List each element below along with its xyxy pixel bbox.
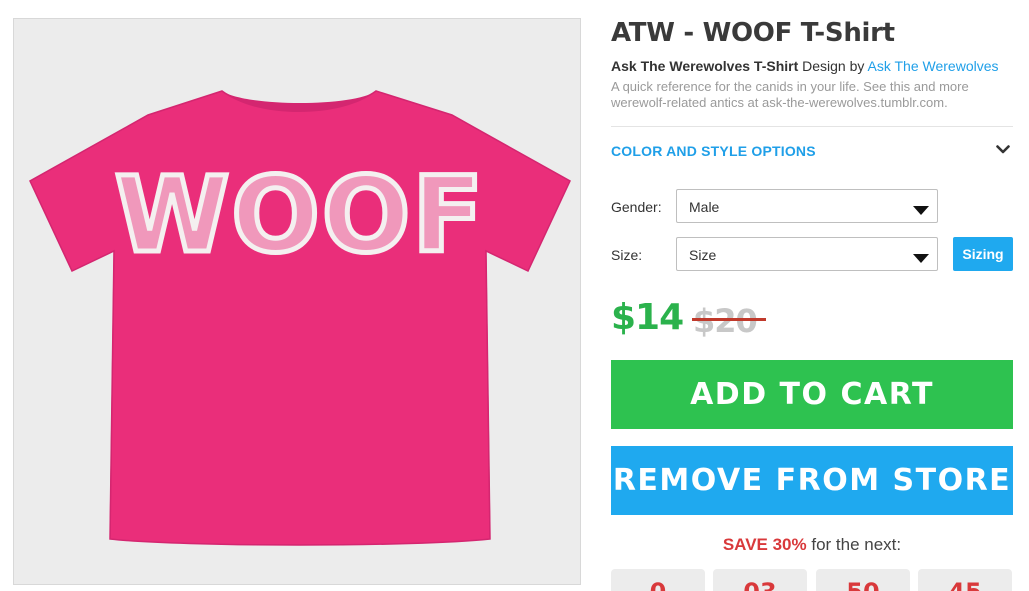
gender-value: Male	[689, 199, 720, 215]
sizing-button[interactable]: Sizing	[953, 237, 1013, 271]
countdown-seconds: 45	[918, 569, 1012, 591]
countdown-hours: 03	[713, 569, 807, 591]
gender-label: Gender:	[611, 199, 662, 215]
size-label: Size:	[611, 247, 643, 263]
color-style-options-toggle[interactable]: COLOR AND STYLE OPTIONS	[611, 128, 1013, 172]
countdown-days: 0	[611, 569, 705, 591]
design-type: Ask The Werewolves T-Shirt	[611, 58, 799, 74]
chevron-down-icon[interactable]	[996, 142, 1010, 160]
original-price: $20	[693, 302, 758, 340]
product-image[interactable]: WOOF WOOF	[13, 18, 581, 585]
product-description: A quick reference for the canids in your…	[611, 79, 969, 110]
price-strikethrough	[692, 318, 766, 321]
divider	[611, 126, 1013, 127]
add-to-cart-button[interactable]: ADD TO CART	[611, 360, 1013, 429]
t-shirt-illustration: WOOF WOOF	[29, 90, 571, 546]
size-select[interactable]: Size	[676, 237, 938, 271]
save-suffix: for the next:	[811, 535, 902, 554]
save-percentage: SAVE 30%	[722, 535, 807, 554]
size-value: Size	[689, 247, 717, 263]
dropdown-caret-icon	[913, 250, 929, 268]
svg-text:WOOF: WOOF	[115, 154, 486, 276]
remove-from-store-button[interactable]: REMOVE FROM STORE	[611, 446, 1013, 515]
design-by-text: Design by	[802, 58, 865, 74]
dropdown-caret-icon	[913, 202, 929, 220]
countdown-timer: 0 03 50 45	[611, 569, 1013, 591]
artist-link[interactable]: Ask The Werewolves	[868, 58, 999, 74]
product-byline: Ask The Werewolves T-Shirt Design by Ask…	[611, 58, 999, 74]
promo-save-line: SAVE 30% for the next:	[611, 535, 1013, 555]
product-title: ATW - WOOF T-Shirt	[611, 18, 895, 48]
countdown-minutes: 50	[816, 569, 910, 591]
current-price: $14	[611, 297, 684, 338]
gender-select[interactable]: Male	[676, 189, 938, 223]
options-header: COLOR AND STYLE OPTIONS	[611, 143, 816, 159]
